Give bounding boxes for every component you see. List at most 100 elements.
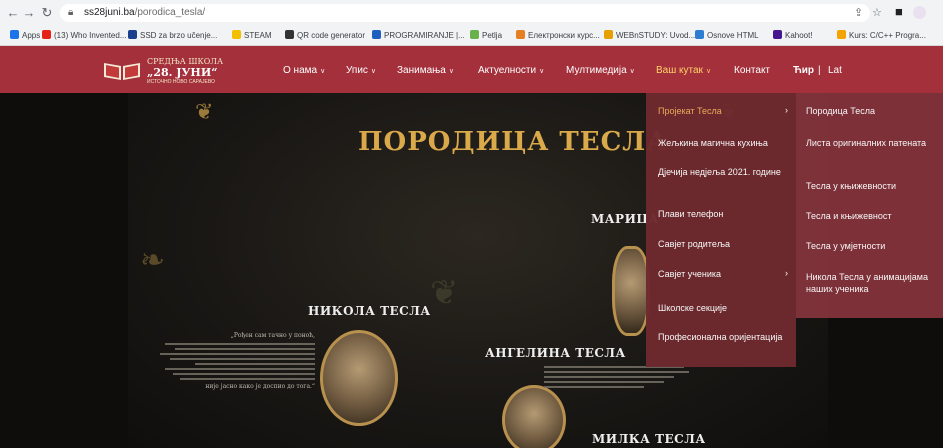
submenu-item[interactable]: Тесла у књижевности bbox=[806, 180, 936, 192]
site-header: СРЕДЊА ШКОЛА „28. ЈУНИ“ ИСТОЧНО НОВО САР… bbox=[0, 46, 943, 93]
nav-label: Занимања bbox=[397, 65, 446, 76]
lang-latin[interactable]: Lat bbox=[828, 65, 842, 76]
nav-label: Актуелности bbox=[478, 65, 537, 76]
vash-kutak-dropdown: Пројекат Тесла › Жељкина магична кухиња Дје… bbox=[646, 93, 796, 367]
dropdown-item[interactable]: Школске секције bbox=[658, 302, 788, 314]
chevron-down-icon: ∨ bbox=[539, 68, 545, 75]
submenu-item[interactable]: Тесла и књижевност bbox=[806, 210, 936, 222]
dropdown-item[interactable]: Савјет ученика bbox=[658, 268, 788, 280]
school-logo-icon[interactable] bbox=[103, 59, 141, 81]
bookmark-item[interactable]: Kurs: C/C++ Progra... bbox=[837, 30, 926, 40]
bookmark-label: PROGRAMIRANJE |... bbox=[384, 31, 465, 40]
angelina-bio bbox=[544, 363, 694, 408]
submenu-item[interactable]: Никола Тесла у анимацијама наших ученика bbox=[806, 271, 936, 295]
back-arrow-icon[interactable]: ← bbox=[6, 6, 20, 20]
chevron-right-icon: › bbox=[785, 268, 788, 278]
bookmark-item[interactable]: (13) Who Invented... bbox=[42, 30, 126, 40]
projekat-tesla-submenu: Породица Тесла Листа оригиналних патената… bbox=[796, 93, 943, 318]
bookmark-item[interactable]: Apps bbox=[10, 30, 40, 40]
poster-title: ПОРОДИЦА ТЕСЛА bbox=[358, 127, 669, 157]
nikola-quote: „Рођен сам тачно у поноћ, није јасно как… bbox=[150, 332, 315, 422]
bookmark-favicon-icon bbox=[285, 30, 294, 39]
bookmark-item[interactable]: SSD za brzo učenje... bbox=[128, 30, 217, 40]
bookmark-item[interactable]: WEBnSTUDY: Uvod... bbox=[604, 30, 695, 40]
profile-avatar[interactable] bbox=[913, 6, 926, 19]
url-path: /porodica_tesla/ bbox=[134, 7, 206, 18]
nav-kontakt[interactable]: Контакт bbox=[734, 65, 770, 76]
bookmark-favicon-icon bbox=[837, 30, 846, 39]
lang-separator: | bbox=[818, 65, 821, 76]
bookmarks-bar: Apps (13) Who Invented... SSD za brzo učen… bbox=[0, 28, 943, 44]
bookmark-favicon-icon bbox=[773, 30, 782, 39]
submenu-item[interactable]: Тесла у умјетности bbox=[806, 240, 936, 252]
url-host: ss28juni.ba bbox=[84, 7, 135, 18]
chevron-down-icon: ∨ bbox=[629, 68, 635, 75]
dropdown-item[interactable]: Професионална оријентација bbox=[658, 331, 788, 343]
nav-aktuelnosti[interactable]: Актуелности ∨ bbox=[478, 65, 544, 76]
logo-location: ИСТОЧНО НОВО САРАЈЕВО bbox=[147, 79, 215, 85]
logo-school-type: СРЕДЊА ШКОЛА bbox=[147, 57, 224, 66]
bookmark-item[interactable]: Osnove HTML bbox=[695, 30, 759, 40]
bookmark-favicon-icon bbox=[695, 30, 704, 39]
nav-label: Контакт bbox=[734, 65, 771, 76]
leaf-ornament-icon: ❦ bbox=[430, 274, 459, 312]
nav-multimedija[interactable]: Мултимедија ∨ bbox=[566, 65, 635, 76]
bookmark-favicon-icon bbox=[10, 30, 19, 39]
ornament-icon: ❦ bbox=[195, 99, 214, 124]
address-bar[interactable]: 🔒︎ ss28juni.ba/porodica_tesla/ bbox=[60, 4, 870, 22]
nav-zanimanja[interactable]: Занимања ∨ bbox=[397, 65, 454, 76]
nav-vash-kutak[interactable]: Ваш кутак ∨ bbox=[656, 65, 711, 76]
bookmark-favicon-icon bbox=[470, 30, 479, 39]
name-milka-tesla: МИЛКА ТЕСЛА bbox=[592, 432, 706, 446]
bookmark-item[interactable]: PROGRAMIRANJE |... bbox=[372, 30, 465, 40]
logo-school-name: „28. ЈУНИ“ bbox=[147, 66, 218, 79]
nav-label: О нама bbox=[283, 65, 318, 76]
address-row: ← → ↻ 🔒︎ ss28juni.ba/porodica_tesla/ ⇪ ☆… bbox=[0, 0, 943, 26]
extension-icon[interactable]: ■ bbox=[895, 4, 903, 19]
bookmark-favicon-icon bbox=[128, 30, 137, 39]
bookmark-label: (13) Who Invented... bbox=[54, 31, 127, 40]
nav-upis[interactable]: Упис ∨ bbox=[346, 65, 376, 76]
dropdown-item[interactable]: Савјет родитеља bbox=[658, 238, 788, 250]
submenu-item[interactable]: Листа оригиналних патената bbox=[806, 137, 936, 149]
quote-text-lines bbox=[150, 343, 315, 380]
share-icon[interactable]: ⇪ bbox=[854, 6, 863, 19]
bookmark-favicon-icon bbox=[42, 30, 51, 39]
bookmark-label: STEAM bbox=[244, 31, 272, 40]
portrait-marica bbox=[612, 246, 650, 336]
star-icon[interactable]: ☆ bbox=[872, 6, 882, 19]
forward-arrow-icon[interactable]: → bbox=[22, 6, 36, 20]
bookmark-label: WEBnSTUDY: Uvod... bbox=[616, 31, 696, 40]
reload-icon[interactable]: ↻ bbox=[40, 6, 54, 20]
quote-first-line: „Рођен сам тачно у поноћ, bbox=[230, 332, 315, 339]
portrait-nikola-tesla bbox=[320, 330, 398, 426]
nav-label: Ваш кутак bbox=[656, 65, 703, 76]
bookmark-label: QR code generator bbox=[297, 31, 366, 40]
bookmark-item[interactable]: Kahoot! bbox=[773, 30, 813, 40]
dropdown-item[interactable]: Пројекат Тесла bbox=[658, 105, 788, 117]
dropdown-item[interactable]: Плави телефон bbox=[658, 208, 788, 220]
submenu-item[interactable]: Породица Тесла bbox=[806, 105, 936, 117]
name-angelina-tesla: АНГЕЛИНА ТЕСЛА bbox=[485, 346, 626, 360]
url-text[interactable]: ss28juni.ba/porodica_tesla/ bbox=[84, 7, 205, 18]
chevron-down-icon: ∨ bbox=[320, 68, 326, 75]
chevron-right-icon: › bbox=[785, 105, 788, 115]
quote-last-line: није јасно како је доспио до тога.“ bbox=[205, 383, 315, 390]
name-nikola-tesla: НИКОЛА ТЕСЛА bbox=[308, 304, 431, 318]
bookmark-item[interactable]: QR code generator bbox=[285, 30, 365, 40]
dropdown-item[interactable]: Дјечија недјеља 2021. године bbox=[658, 166, 788, 178]
lang-cyrillic[interactable]: Ћир bbox=[793, 65, 814, 76]
bookmark-label: SSD za brzo učenje... bbox=[140, 31, 218, 40]
bookmark-favicon-icon bbox=[372, 30, 381, 39]
bookmark-label: Kahoot! bbox=[785, 31, 813, 40]
lock-icon: 🔒︎ bbox=[68, 7, 74, 18]
nav-o-nama[interactable]: О нама ∨ bbox=[283, 65, 325, 76]
bookmark-label: Petlja bbox=[482, 31, 503, 40]
dropdown-item[interactable]: Жељкина магична кухиња bbox=[658, 137, 788, 149]
bookmark-label: Електронски курс... bbox=[528, 31, 600, 40]
bookmark-label: Apps bbox=[22, 31, 41, 40]
bookmark-item[interactable]: Petlja bbox=[470, 30, 502, 40]
bookmark-item[interactable]: Електронски курс... bbox=[516, 30, 600, 40]
chevron-down-icon: ∨ bbox=[705, 68, 712, 75]
bookmark-item[interactable]: STEAM bbox=[232, 30, 272, 40]
